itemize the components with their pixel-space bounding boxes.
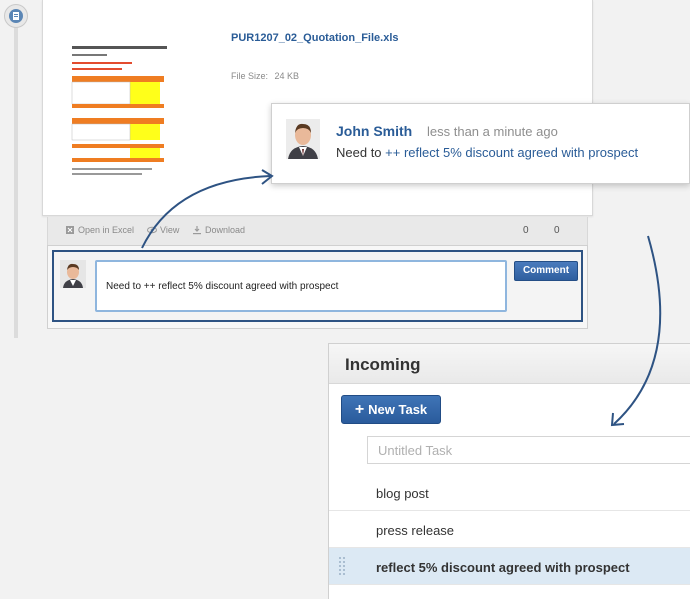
panel-title: Incoming <box>345 355 421 374</box>
comment-button[interactable]: Comment <box>514 261 578 281</box>
new-task-label: New Task <box>368 402 428 417</box>
file-size-value: 24 KB <box>274 71 300 81</box>
view-label: View <box>160 225 180 235</box>
comment-text-prefix: Need to <box>336 145 386 160</box>
comment-text: Need to ++ reflect 5% discount agreed wi… <box>336 145 638 160</box>
comment-composer: Comment <box>47 245 588 329</box>
file-size-label: File Size: <box>231 71 269 81</box>
task-label: reflect 5% discount agreed with prospect <box>376 560 630 575</box>
task-panel: Incoming + New Task blog post press rele… <box>328 343 690 599</box>
file-title-link[interactable]: PUR1207_02_Quotation_File.xls <box>231 32 399 44</box>
comment-timestamp: less than a minute ago <box>427 124 558 139</box>
open-in-excel-label: Open in Excel <box>78 225 135 235</box>
likes-counter[interactable]: 0 <box>551 225 560 236</box>
timeline-line <box>14 18 18 338</box>
timeline-marker <box>4 4 28 28</box>
avatar <box>286 119 320 159</box>
likes-count: 0 <box>554 225 560 236</box>
download-icon <box>193 226 201 235</box>
document-icon <box>9 9 23 23</box>
comments-counter[interactable]: 0 <box>520 225 529 236</box>
eye-icon <box>147 226 157 234</box>
view-button[interactable]: View <box>147 225 179 235</box>
comments-count: 0 <box>523 225 529 236</box>
spreadsheet-thumbnail[interactable] <box>68 40 218 180</box>
drag-handle-icon[interactable] <box>338 556 346 578</box>
open-in-excel-button[interactable]: Open in Excel <box>65 225 134 235</box>
task-tag-link[interactable]: ++ reflect 5% discount agreed with prosp… <box>385 145 638 160</box>
task-item[interactable]: blog post <box>329 474 690 511</box>
author-name-link[interactable]: John Smith <box>336 123 412 139</box>
comment-input[interactable] <box>95 260 507 312</box>
download-label: Download <box>205 225 246 235</box>
new-task-button[interactable]: + New Task <box>341 395 441 424</box>
task-item[interactable]: press release <box>329 511 690 548</box>
comment-frame: Comment <box>52 250 583 322</box>
plus-icon: + <box>354 400 365 418</box>
file-size: File Size: 24 KB <box>231 71 299 81</box>
task-label: blog post <box>376 486 429 501</box>
file-action-bar: Open in Excel View Download 0 0 <box>47 217 588 245</box>
comment-notification-popup: John Smith less than a minute ago Need t… <box>271 103 690 184</box>
task-label: press release <box>376 523 455 538</box>
task-item-highlighted[interactable]: reflect 5% discount agreed with prospect <box>329 548 690 585</box>
avatar <box>60 260 86 288</box>
excel-icon <box>66 226 74 234</box>
download-button[interactable]: Download <box>192 225 245 235</box>
task-title-input[interactable] <box>367 436 690 464</box>
panel-header: Incoming <box>329 344 690 384</box>
